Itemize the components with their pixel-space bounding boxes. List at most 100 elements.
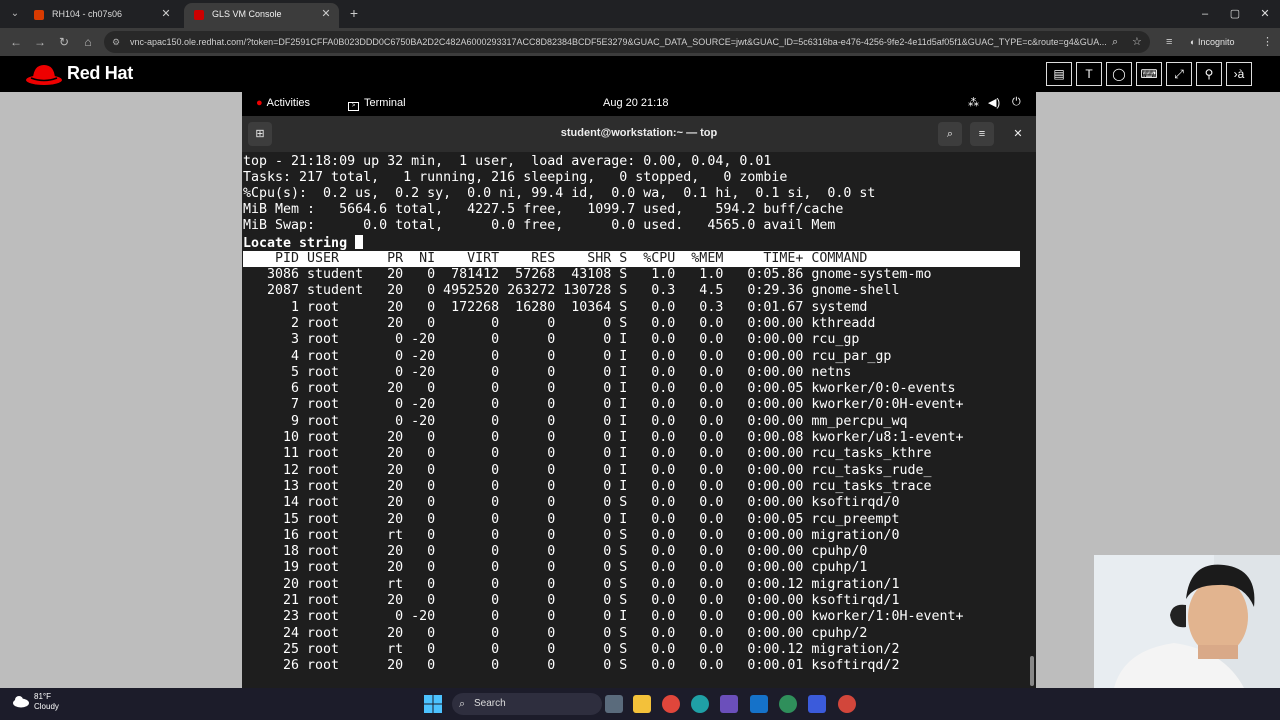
redhat-hat-icon: ● bbox=[256, 97, 263, 109]
home-icon[interactable]: ⌂ bbox=[78, 32, 98, 52]
zoom-icon[interactable]: ⌕ bbox=[1112, 32, 1118, 52]
summary-line: top - 21:18:09 up 32 min, 1 user, load a… bbox=[243, 154, 772, 169]
address-toolbar: ← → ↻ ⌂ ⚙ vnc-apac150.ole.redhat.com/?to… bbox=[0, 28, 1280, 56]
search-label: Search bbox=[474, 698, 506, 709]
summary-line: MiB Mem : 5664.6 total, 4227.5 free, 109… bbox=[243, 202, 844, 217]
process-table-header: PID USER PR NI VIRT RES SHR S %CPU %MEM … bbox=[243, 251, 1020, 267]
terminal-output[interactable]: top - 21:18:09 up 32 min, 1 user, load a… bbox=[242, 152, 1036, 688]
user-icon[interactable]: ⚲ bbox=[1196, 62, 1222, 86]
search-icon[interactable]: ⌕ bbox=[938, 122, 962, 146]
site-info-icon[interactable]: ⚙ bbox=[112, 31, 120, 53]
cloud-icon bbox=[13, 696, 29, 708]
fullscreen-icon[interactable]: ⤢ bbox=[1166, 62, 1192, 86]
refresh-icon[interactable]: ◯ bbox=[1106, 62, 1132, 86]
gnome-top-bar: ● Activities > Terminal Aug 20 21:18 ⁂ ◀) … bbox=[242, 92, 1036, 116]
process-row: 4 root 0 -20 0 0 0 I 0.0 0.0 0:00.00 rcu… bbox=[243, 348, 892, 364]
tab-gls-vm-console[interactable]: GLS VM Console ✕ bbox=[184, 3, 339, 28]
tab-search-icon[interactable]: ⌄ bbox=[6, 5, 24, 23]
windows-taskbar: 81°F Cloudy ⌕ Search bbox=[0, 688, 1280, 720]
locate-prompt-text: Locate string bbox=[243, 236, 356, 251]
process-row: 21 root 20 0 0 0 0 S 0.0 0.0 0:00.00 kso… bbox=[243, 593, 900, 608]
incognito-indicator[interactable]: ◐ Incognito bbox=[1190, 32, 1234, 52]
windows-start-icon[interactable] bbox=[424, 695, 442, 713]
taskbar-search[interactable]: ⌕ Search bbox=[452, 693, 602, 715]
process-row: 13 root 20 0 0 0 0 I 0.0 0.0 0:00.00 rcu… bbox=[243, 478, 932, 494]
redhat-header: Red Hat ▤ T ◯ ⌨ ⤢ ⚲ ›à bbox=[0, 56, 1280, 92]
menu-icon[interactable]: ⋮ bbox=[1262, 32, 1273, 52]
process-row: 6 root 20 0 0 0 0 I 0.0 0.0 0:00.05 kwor… bbox=[243, 381, 956, 397]
process-row: 7 root 0 -20 0 0 0 I 0.0 0.0 0:00.00 kwo… bbox=[243, 397, 964, 413]
translate-icon[interactable]: ›à bbox=[1226, 62, 1252, 86]
reload-icon[interactable]: ↻ bbox=[54, 32, 74, 52]
process-row: 1 root 20 0 172268 16280 10364 S 0.0 0.3… bbox=[243, 299, 868, 315]
browser-icon[interactable] bbox=[779, 695, 797, 713]
back-icon[interactable]: ← bbox=[6, 32, 26, 52]
network-icon[interactable]: ⁂ bbox=[968, 96, 979, 109]
outlook-icon[interactable] bbox=[750, 695, 768, 713]
recorder-icon[interactable] bbox=[838, 695, 856, 713]
task-view-icon[interactable] bbox=[605, 695, 623, 713]
process-row: 20 root rt 0 0 0 0 S 0.0 0.0 0:00.12 mig… bbox=[243, 576, 900, 592]
incognito-label: Incognito bbox=[1197, 37, 1235, 47]
terminal-title: student@workstation:~ — top bbox=[560, 127, 718, 139]
temperature: 81°F bbox=[34, 692, 51, 701]
process-row: 19 root 20 0 0 0 0 S 0.0 0.0 0:00.00 cpu… bbox=[243, 560, 868, 576]
process-row: 24 root 20 0 0 0 0 S 0.0 0.0 0:00.00 cpu… bbox=[243, 625, 868, 641]
search-icon: ⌕ bbox=[459, 698, 466, 710]
activities-button[interactable]: ● Activities bbox=[256, 97, 310, 109]
summary-line: Tasks: 217 total, 1 running, 216 sleepin… bbox=[243, 170, 788, 185]
process-row: 11 root 20 0 0 0 0 I 0.0 0.0 0:00.00 rcu… bbox=[243, 446, 932, 462]
process-row: 5 root 0 -20 0 0 0 I 0.0 0.0 0:00.00 net… bbox=[243, 364, 852, 380]
process-row: 10 root 20 0 0 0 0 I 0.0 0.0 0:00.08 kwo… bbox=[243, 430, 964, 445]
terminal-app-menu[interactable]: > Terminal bbox=[348, 97, 406, 111]
tab-close-icon[interactable]: ✕ bbox=[319, 3, 333, 25]
locate-prompt[interactable]: Locate string bbox=[243, 235, 364, 251]
browser-tab-bar: ⌄ RH104 - ch07s06 ✕ GLS VM Console ✕ + –… bbox=[0, 0, 1280, 28]
teams-icon[interactable] bbox=[720, 695, 738, 713]
text-icon[interactable]: T bbox=[1076, 62, 1102, 86]
hamburger-menu-icon[interactable]: ≡ bbox=[970, 122, 994, 146]
clock[interactable]: Aug 20 21:18 bbox=[603, 97, 668, 109]
favicon-icon bbox=[34, 10, 44, 20]
process-row: 3086 student 20 0 781412 57268 43108 S 1… bbox=[243, 267, 932, 282]
tab-label: RH104 - ch07s06 bbox=[52, 9, 123, 19]
url-text: vnc-apac150.ole.redhat.com/?token=DF2591… bbox=[130, 37, 1107, 47]
process-row: 18 root 20 0 0 0 0 S 0.0 0.0 0:00.00 cpu… bbox=[243, 544, 868, 560]
text-cursor bbox=[355, 235, 364, 249]
summary-line: MiB Swap: 0.0 total, 0.0 free, 0.0 used.… bbox=[243, 218, 836, 233]
terminal-scrollbar[interactable] bbox=[1030, 656, 1034, 686]
volume-icon[interactable]: ◀) bbox=[988, 96, 1000, 109]
new-tab-button[interactable]: + bbox=[344, 3, 364, 23]
redhat-logo-icon bbox=[26, 65, 62, 85]
bookmark-star-icon[interactable]: ☆ bbox=[1132, 32, 1142, 52]
process-row: 2 root 20 0 0 0 0 S 0.0 0.0 0:00.00 kthr… bbox=[243, 315, 876, 331]
edge-icon[interactable] bbox=[691, 695, 709, 713]
tab-rh104[interactable]: RH104 - ch07s06 ✕ bbox=[24, 3, 179, 28]
url-field[interactable]: ⚙ vnc-apac150.ole.redhat.com/?token=DF25… bbox=[104, 31, 1150, 53]
close-icon[interactable]: ✕ bbox=[1006, 122, 1030, 146]
process-row: 23 root 0 -20 0 0 0 I 0.0 0.0 0:00.00 kw… bbox=[243, 609, 964, 625]
maximize-button[interactable]: ▢ bbox=[1220, 0, 1250, 28]
keyboard-icon[interactable]: ⌨ bbox=[1136, 62, 1162, 86]
process-row: 26 root 20 0 0 0 0 S 0.0 0.0 0:00.01 kso… bbox=[243, 658, 900, 674]
process-row: 16 root rt 0 0 0 0 S 0.0 0.0 0:00.00 mig… bbox=[243, 527, 900, 543]
process-row: 15 root 20 0 0 0 0 I 0.0 0.0 0:00.05 rcu… bbox=[243, 511, 900, 527]
extensions-icon[interactable]: ≡ bbox=[1166, 32, 1172, 52]
file-explorer-icon[interactable] bbox=[633, 695, 651, 713]
process-row: 12 root 20 0 0 0 0 I 0.0 0.0 0:00.00 rcu… bbox=[243, 462, 932, 478]
power-icon[interactable]: ⏻ bbox=[1012, 96, 1021, 109]
tab-label: GLS VM Console bbox=[212, 9, 282, 19]
tab-close-icon[interactable]: ✕ bbox=[159, 3, 173, 25]
close-window-button[interactable]: ✕ bbox=[1250, 0, 1280, 28]
chrome-icon[interactable] bbox=[662, 695, 680, 713]
clipboard-icon[interactable]: ▤ bbox=[1046, 62, 1072, 86]
terminal-app-label: Terminal bbox=[364, 97, 406, 109]
weather-condition: Cloudy bbox=[34, 702, 59, 711]
process-row: 9 root 0 -20 0 0 0 I 0.0 0.0 0:00.00 mm_… bbox=[243, 413, 908, 429]
process-row: 25 root rt 0 0 0 0 S 0.0 0.0 0:00.12 mig… bbox=[243, 641, 900, 657]
minimize-button[interactable]: – bbox=[1190, 0, 1220, 28]
presenter-image bbox=[1094, 555, 1280, 688]
favicon-icon bbox=[194, 10, 204, 20]
forward-icon[interactable]: → bbox=[30, 32, 50, 52]
app-icon[interactable] bbox=[808, 695, 826, 713]
